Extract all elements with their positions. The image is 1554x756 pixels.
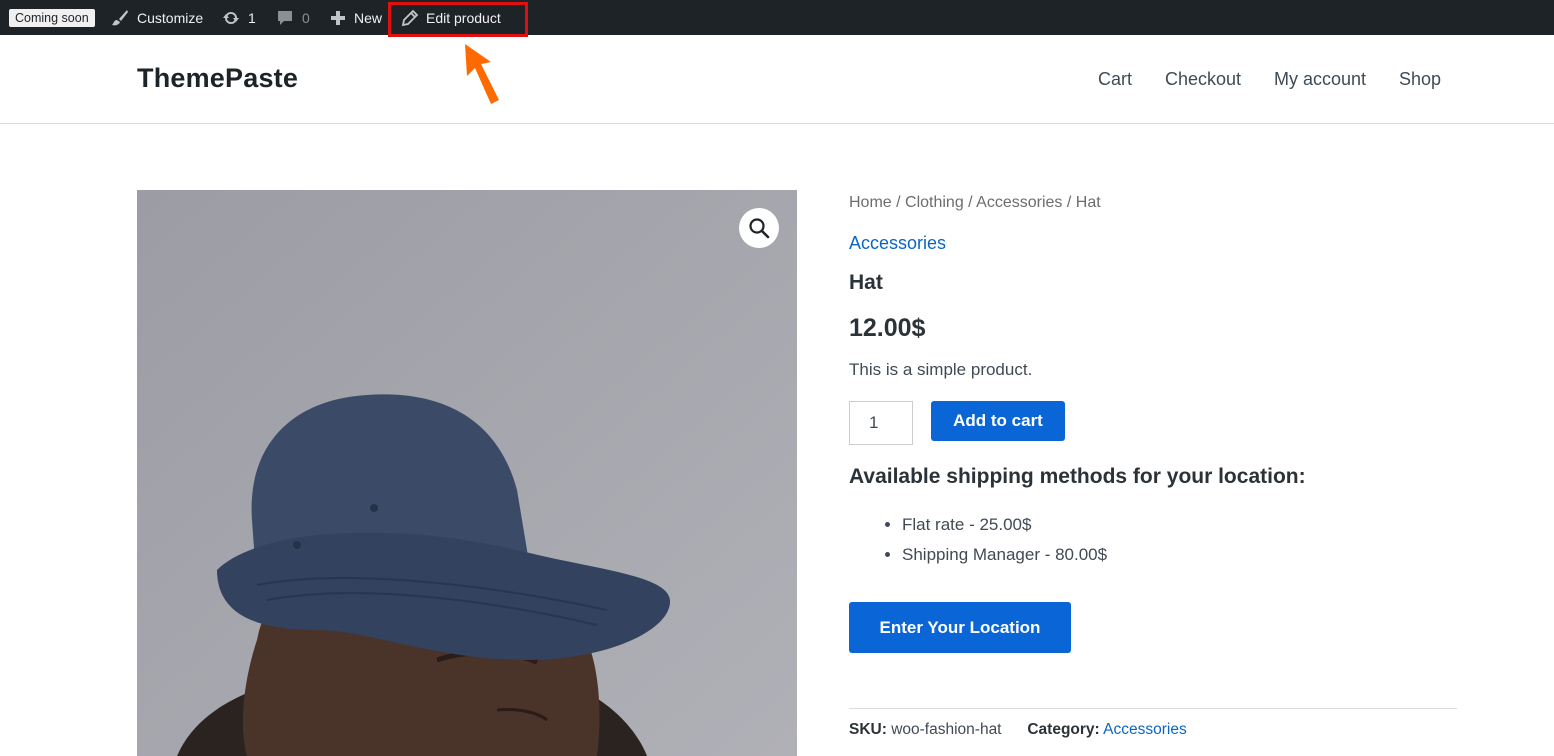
breadcrumb[interactable]: Home / Clothing / Accessories / Hat bbox=[849, 194, 1101, 212]
shipping-methods-list: Flat rate - 25.00$ Shipping Manager - 80… bbox=[902, 515, 1107, 575]
plus-icon bbox=[331, 10, 345, 25]
category-link[interactable]: Accessories bbox=[849, 233, 946, 254]
nav-cart[interactable]: Cart bbox=[1098, 69, 1132, 90]
product-short-description: This is a simple product. bbox=[849, 360, 1033, 379]
customize-link[interactable]: Customize bbox=[110, 0, 203, 35]
comments-link[interactable]: 0 bbox=[275, 0, 310, 35]
site-header: ThemePaste Cart Checkout My account Shop bbox=[0, 35, 1554, 124]
customize-label: Customize bbox=[137, 9, 204, 26]
nav-shop[interactable]: Shop bbox=[1399, 69, 1441, 90]
edit-product-highlight-box bbox=[388, 2, 528, 37]
meta-divider bbox=[849, 708, 1457, 709]
sku-label: SKU: bbox=[849, 721, 887, 738]
zoom-button[interactable] bbox=[739, 208, 779, 248]
site-title[interactable]: ThemePaste bbox=[137, 63, 298, 94]
quantity-input[interactable] bbox=[849, 401, 913, 445]
coming-soon-badge[interactable]: Coming soon bbox=[9, 9, 95, 27]
brush-icon bbox=[112, 9, 128, 25]
category-meta-link[interactable]: Accessories bbox=[1103, 721, 1187, 738]
category-label: Category: bbox=[1027, 721, 1100, 738]
shipping-method-item: Flat rate - 25.00$ bbox=[902, 515, 1107, 545]
product-image[interactable] bbox=[137, 190, 797, 756]
nav-my-account[interactable]: My account bbox=[1274, 69, 1366, 90]
product-meta: SKU: woo-fashion-hat Category: Accessori… bbox=[849, 721, 1187, 739]
admin-bar: Coming soon Customize 1 0 New Edit produ… bbox=[0, 0, 1554, 35]
comments-count: 0 bbox=[302, 9, 310, 26]
product-price: 12.00$ bbox=[849, 314, 926, 342]
hat-photo bbox=[137, 190, 797, 756]
magnifier-icon bbox=[749, 218, 770, 239]
add-to-cart-button[interactable]: Add to cart bbox=[931, 401, 1065, 441]
updates-icon bbox=[223, 11, 239, 24]
shipping-method-item: Shipping Manager - 80.00$ bbox=[902, 545, 1107, 575]
shipping-heading: Available shipping methods for your loca… bbox=[849, 465, 1306, 488]
enter-location-button[interactable]: Enter Your Location bbox=[849, 602, 1071, 653]
sku-value: woo-fashion-hat bbox=[891, 721, 1002, 738]
product-title: Hat bbox=[849, 271, 883, 294]
new-label: New bbox=[354, 9, 383, 26]
new-content-link[interactable]: New bbox=[329, 0, 382, 35]
nav-checkout[interactable]: Checkout bbox=[1165, 69, 1241, 90]
updates-link[interactable]: 1 bbox=[221, 0, 256, 35]
comment-icon bbox=[278, 10, 292, 25]
updates-count: 1 bbox=[248, 9, 256, 26]
